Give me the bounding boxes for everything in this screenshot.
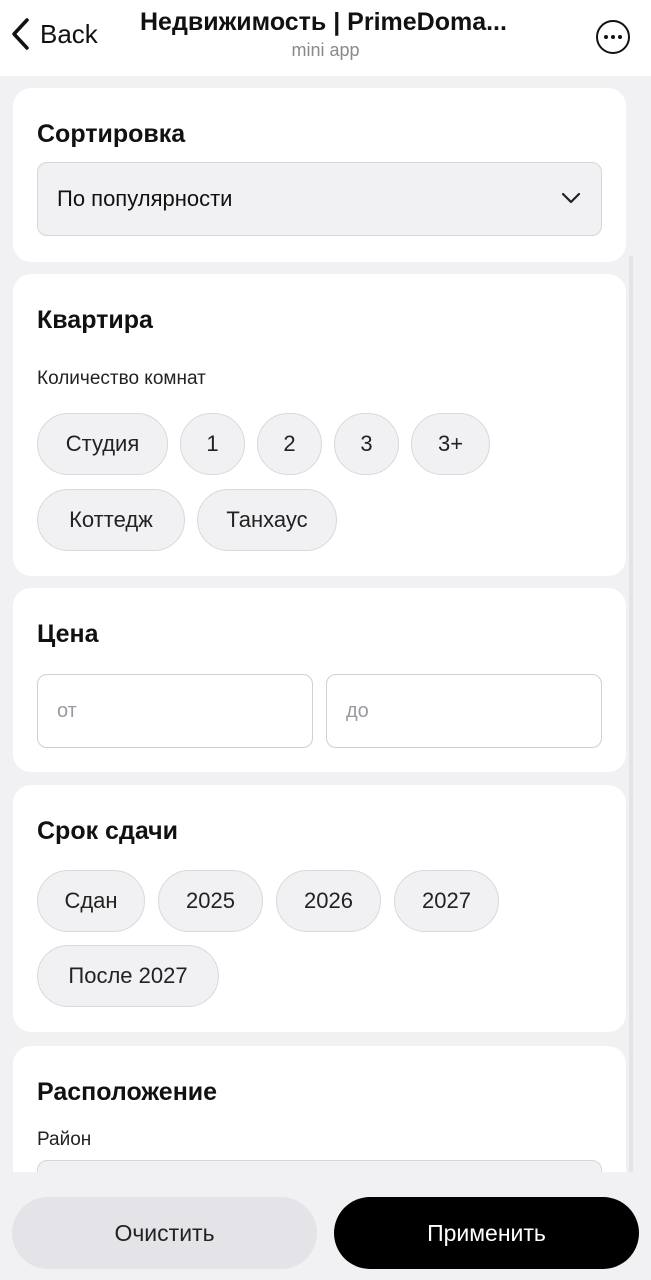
chip-2025[interactable]: 2025 bbox=[158, 870, 263, 932]
price-to-input[interactable] bbox=[326, 674, 602, 748]
chip-delivered[interactable]: Сдан bbox=[37, 870, 145, 932]
sort-title: Сортировка bbox=[37, 120, 186, 148]
more-dot-icon bbox=[618, 35, 622, 39]
location-title: Расположение bbox=[37, 1078, 218, 1106]
apartment-card: Квартира Количество комнат Студия 1 2 3 … bbox=[13, 274, 626, 576]
page-subtitle: mini app bbox=[291, 40, 360, 60]
chip-rooms-1[interactable]: 1 bbox=[180, 413, 245, 475]
clear-button[interactable]: Очистить bbox=[12, 1197, 317, 1269]
chip-after-2027[interactable]: После 2027 bbox=[37, 945, 219, 1007]
chip-2026[interactable]: 2026 bbox=[276, 870, 381, 932]
bottom-action-bar: Очистить Применить bbox=[0, 1172, 651, 1280]
apartment-title: Квартира bbox=[37, 306, 153, 334]
filters-scroll-area[interactable]: Сортировка По популярности Квартира Коли… bbox=[0, 76, 651, 1172]
chip-2027[interactable]: 2027 bbox=[394, 870, 499, 932]
app-header: Back Недвижимость | PrimeDoma... mini ap… bbox=[0, 0, 651, 76]
sort-selected-value: По популярности bbox=[57, 186, 233, 211]
delivery-card: Срок сдачи Сдан 2025 2026 2027 После 202… bbox=[13, 785, 626, 1032]
district-label: Район bbox=[37, 1129, 92, 1150]
chevron-down-icon bbox=[561, 192, 581, 204]
chip-rooms-studio[interactable]: Студия bbox=[37, 413, 168, 475]
chip-townhouse[interactable]: Танхаус bbox=[197, 489, 337, 551]
chip-rooms-3plus[interactable]: 3+ bbox=[411, 413, 490, 475]
sort-select[interactable]: По популярности bbox=[37, 162, 602, 236]
sort-card: Сортировка По популярности bbox=[13, 88, 626, 262]
chip-rooms-2[interactable]: 2 bbox=[257, 413, 322, 475]
more-dot-icon bbox=[611, 35, 615, 39]
rooms-label: Количество комнат bbox=[37, 368, 206, 389]
chip-cottage[interactable]: Коттедж bbox=[37, 489, 185, 551]
price-from-input[interactable] bbox=[37, 674, 313, 748]
price-title: Цена bbox=[37, 620, 99, 648]
delivery-title: Срок сдачи bbox=[37, 817, 178, 845]
chip-rooms-3[interactable]: 3 bbox=[334, 413, 399, 475]
more-options-button[interactable] bbox=[596, 20, 630, 54]
page-title: Недвижимость | PrimeDoma... bbox=[140, 8, 507, 36]
price-card: Цена bbox=[13, 588, 626, 772]
apply-button[interactable]: Применить bbox=[334, 1197, 639, 1269]
location-card: Расположение Район bbox=[13, 1046, 626, 1172]
page: Back Недвижимость | PrimeDoma... mini ap… bbox=[0, 0, 651, 1280]
more-dot-icon bbox=[604, 35, 608, 39]
district-select[interactable] bbox=[37, 1160, 602, 1172]
scrollbar[interactable] bbox=[629, 256, 633, 1172]
